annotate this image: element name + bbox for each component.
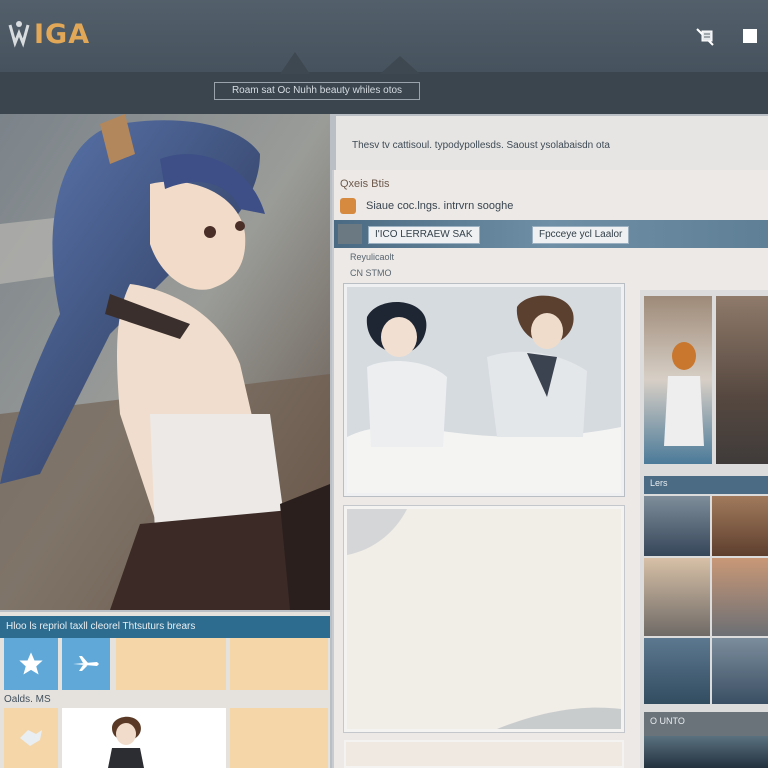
logo-text: IGA bbox=[34, 18, 91, 50]
blank-card-2[interactable] bbox=[344, 740, 624, 768]
gallery-image[interactable] bbox=[644, 558, 710, 636]
star-icon bbox=[19, 652, 43, 675]
thumbnail-tile[interactable] bbox=[4, 708, 58, 768]
meta-text: Reyulicaolt bbox=[350, 252, 395, 262]
gallery-image[interactable] bbox=[644, 736, 768, 768]
logo-emblem-icon bbox=[8, 21, 30, 48]
scene-thumbnail-icon[interactable] bbox=[338, 224, 362, 244]
meta-text-2: CN STMO bbox=[350, 268, 392, 278]
crop-tool-icon[interactable] bbox=[692, 22, 720, 50]
content-tile[interactable] bbox=[230, 708, 328, 768]
gallery-label: Lers bbox=[650, 478, 668, 488]
mountain-decoration-icon bbox=[280, 52, 420, 74]
content-tile[interactable] bbox=[116, 638, 226, 690]
window-badge-icon bbox=[340, 198, 356, 214]
content-tile[interactable] bbox=[230, 638, 328, 690]
character-thumbnail[interactable] bbox=[62, 708, 226, 768]
gallery-image[interactable] bbox=[644, 638, 710, 704]
gallery-image[interactable] bbox=[712, 638, 768, 704]
window-subtitle: Siaue coc.lngs. intrvrn sooghe bbox=[366, 200, 514, 212]
window-title: Qxeis Btis bbox=[340, 178, 390, 190]
breadcrumb[interactable]: Thesv tv cattisoul. typodypollesds. Saou… bbox=[352, 140, 610, 151]
left-panel-title: Hloo ls repriol taxll cleorel Thtsuturs … bbox=[0, 616, 330, 638]
gallery-image[interactable] bbox=[644, 496, 710, 556]
gallery-image[interactable] bbox=[716, 296, 768, 464]
plane-icon bbox=[73, 656, 99, 671]
gallery-image[interactable] bbox=[712, 558, 768, 636]
action-button-1[interactable]: I'ICO LERRAEW SAK bbox=[368, 226, 480, 244]
hero-artwork bbox=[0, 114, 330, 610]
action-button-2[interactable]: Fpcceye ycl Laalor bbox=[532, 226, 630, 244]
site-subtitle: Roam sat Oc Nuhh beauty whiles otos bbox=[214, 82, 420, 100]
blank-card[interactable] bbox=[344, 506, 624, 732]
creature-icon bbox=[20, 730, 42, 746]
section-label: Oalds. MS bbox=[4, 694, 51, 705]
gallery-label-2: O UNTO bbox=[650, 716, 685, 726]
gallery-image[interactable] bbox=[644, 296, 712, 464]
star-tile[interactable] bbox=[4, 638, 58, 690]
image-card[interactable] bbox=[344, 284, 624, 496]
square-icon[interactable] bbox=[736, 22, 764, 50]
plane-tile[interactable] bbox=[62, 638, 110, 690]
gallery-image[interactable] bbox=[712, 496, 768, 556]
app-logo[interactable]: IGA bbox=[6, 14, 90, 54]
